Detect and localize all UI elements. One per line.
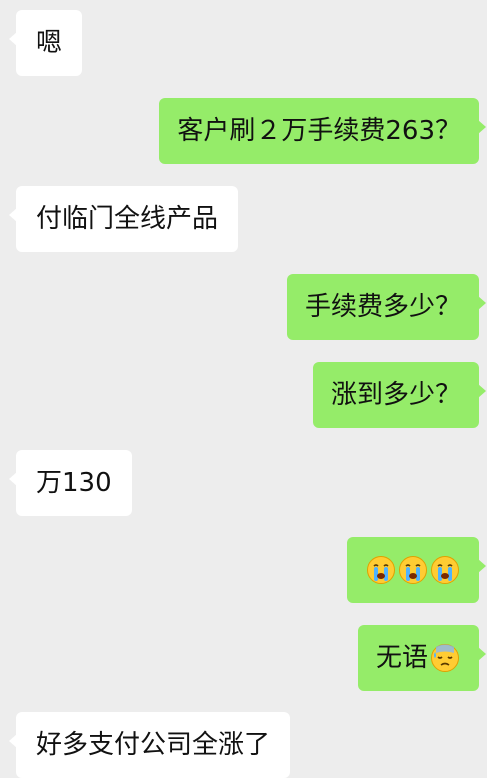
message-text: 涨到多少？ <box>330 380 461 410</box>
message-bubble-sent[interactable]: 涨到多少？ <box>312 362 487 428</box>
message-bubble-received[interactable]: 好多支付公司全涨了 <box>8 712 291 778</box>
message-bubble-received[interactable]: 付临门全线产品 <box>8 186 239 252</box>
message-text: 好多支付公司全涨了 <box>36 730 271 760</box>
message-bubble-sent[interactable]: 手续费多少？ <box>286 274 487 340</box>
message-text: 付临门全线产品 <box>36 204 219 234</box>
downcast-face-with-sweat-icon <box>430 643 460 673</box>
message-bubble-received[interactable]: 万130 <box>9 450 132 516</box>
message-text: 嗯 <box>36 28 63 58</box>
message-bubble-sent[interactable]: 客户刷２万手续费263？ <box>159 98 486 164</box>
message-text: 无语 <box>375 643 428 673</box>
loudly-crying-face-icon <box>398 555 428 585</box>
message-text: 万130 <box>36 468 112 498</box>
message-bubble-received[interactable]: 嗯 <box>8 10 83 76</box>
message-text: 客户刷２万手续费263？ <box>177 116 461 146</box>
chat-area: 嗯 客户刷２万手续费263？ 付临门全线产品 手续费多少？ 涨到多少？ 万130 <box>0 0 487 778</box>
message-bubble-sent[interactable] <box>347 537 486 603</box>
loudly-crying-face-icon <box>430 555 460 585</box>
message-text: 手续费多少？ <box>304 292 461 322</box>
loudly-crying-face-icon <box>366 555 396 585</box>
message-bubble-sent[interactable]: 无语 <box>357 625 487 691</box>
